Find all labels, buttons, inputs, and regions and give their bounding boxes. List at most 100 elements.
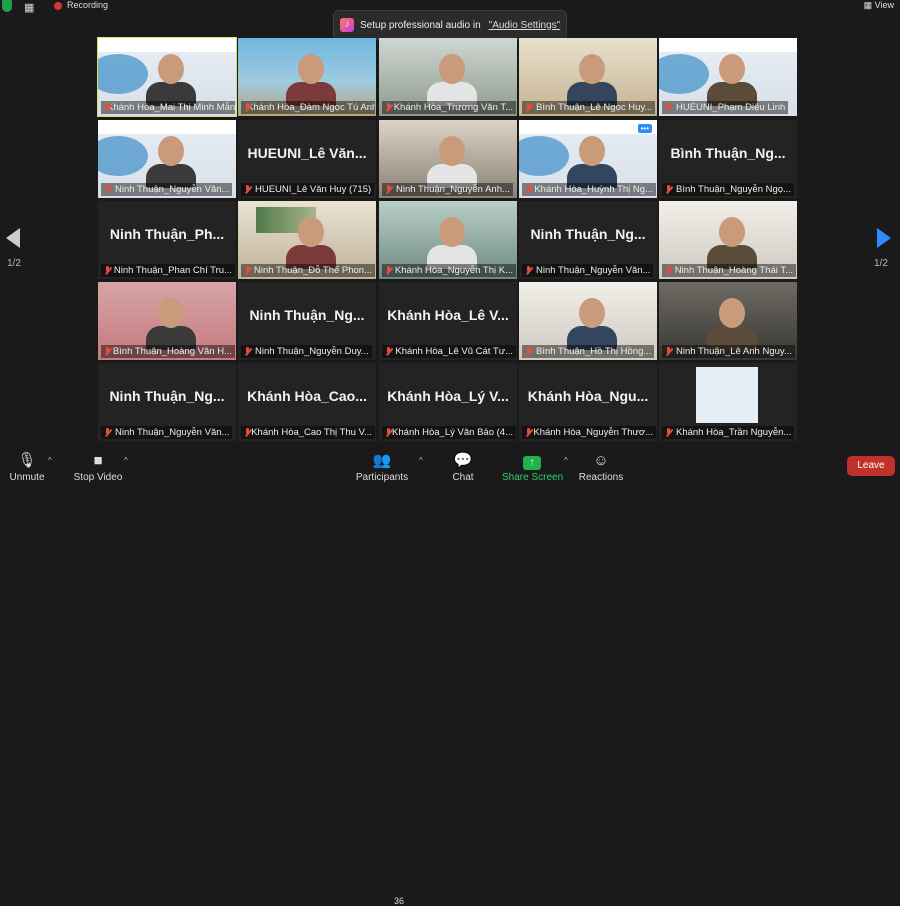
audio-settings-link[interactable]: "Audio Settings" <box>489 20 561 31</box>
participant-name-label: Khánh Hòa_Đàm Ngọc Tú Anh <box>241 101 375 114</box>
participant-tile[interactable]: Ninh Thuận_Đỗ Thế Phon... <box>238 201 376 279</box>
participant-display-name: Ninh Thuận_Ng... <box>109 388 225 404</box>
participants-options-chevron-icon[interactable]: ^ <box>419 456 423 465</box>
participant-tile[interactable]: Khánh Hòa_Lê V... Khánh Hòa_Lê Vũ Cát Tư.… <box>379 282 517 360</box>
view-button[interactable]: ▦ View <box>864 0 894 11</box>
participant-display-name: Khánh Hòa_Lý V... <box>387 388 509 404</box>
unmute-button[interactable]: 🎙 Unmute <box>6 452 48 483</box>
participant-name: Khánh Hòa_Cao Thị Thu V... <box>251 427 372 438</box>
muted-mic-icon <box>665 347 673 356</box>
participant-name-label: Bình Thuận_Nguyễn Ngọ... <box>662 183 794 196</box>
muted-mic-icon <box>104 347 110 356</box>
participant-tile[interactable]: Ninh Thuận_Lê Anh Nguy... <box>659 282 797 360</box>
participant-tile[interactable]: Ninh Thuận_Nguyễn Văn... <box>98 120 236 198</box>
participant-tile[interactable]: Bình Thuận_Lê Ngọc Huy... <box>519 38 657 116</box>
participants-button[interactable]: 👥 Participants <box>355 452 409 483</box>
muted-mic-icon <box>525 428 531 437</box>
participant-name-label: Bình Thuận_Lê Ngọc Huy... <box>522 101 656 114</box>
participant-tile[interactable]: HUEUNI_Lê Văn... HUEUNI_Lê Văn Huy (715) <box>238 120 376 198</box>
muted-mic-icon <box>665 103 673 112</box>
muted-microphone-icon: 🎙 <box>17 452 37 469</box>
participant-tile[interactable]: Ninh Thuận_Hoàng Thái T... <box>659 201 797 279</box>
participant-name: Bình Thuận_Hồ Thị Hồng... <box>536 346 652 357</box>
participant-tile[interactable]: Khánh Hòa_Trần Nguyễn... <box>659 363 797 441</box>
participant-name: Khánh Hòa_Nguyễn Thươ... <box>533 427 653 438</box>
grid-icon[interactable]: ▦ <box>24 1 34 14</box>
participant-display-name: Khánh Hòa_Ngu... <box>527 388 649 404</box>
participant-tile[interactable]: Bình Thuận_Hồ Thị Hồng... <box>519 282 657 360</box>
participant-name: Ninh Thuận_Nguyễn Văn... <box>115 427 230 438</box>
participant-name-label: Khánh Hòa_Huỳnh Thị Ng... <box>522 183 656 196</box>
music-note-icon: ♪ <box>340 18 354 32</box>
more-options-icon[interactable]: ••• <box>637 124 652 133</box>
participant-tile[interactable]: HUEUNI_Phạm Diệu Linh <box>659 38 797 116</box>
video-options-chevron-icon[interactable]: ^ <box>124 456 128 465</box>
participant-name: Khánh Hòa_Nguyễn Thị K... <box>394 265 513 276</box>
recording-label: Recording <box>67 0 109 10</box>
stop-video-button[interactable]: ■ Stop Video <box>72 452 124 483</box>
muted-mic-icon <box>104 185 112 194</box>
chat-bubble-icon: 💬 <box>453 452 473 469</box>
recording-icon <box>54 2 62 10</box>
previous-page-arrow-icon[interactable] <box>6 228 20 248</box>
participant-name-label: Ninh Thuận_Đỗ Thế Phon... <box>241 264 375 277</box>
participant-name-label: Khánh Hòa_Trần Nguyễn... <box>662 426 795 439</box>
participant-tile[interactable]: Khánh Hòa_Cao... Khánh Hòa_Cao Thị Thu V.… <box>238 363 376 441</box>
participant-tile[interactable]: Khánh Hòa_Trương Văn T... <box>379 38 517 116</box>
participant-name-label: Ninh Thuận_Nguyễn Văn... <box>522 264 654 277</box>
participant-tile[interactable]: Ninh Thuận_Nguyễn Anh... <box>379 120 517 198</box>
participant-tile[interactable]: Khánh Hòa_Mai Thị Minh Mẫn <box>97 37 237 117</box>
participant-name-label: Bình Thuận_Hồ Thị Hồng... <box>522 345 655 358</box>
participant-tile[interactable]: Ninh Thuận_Ng... Ninh Thuận_Nguyễn Văn... <box>98 363 236 441</box>
participant-tile[interactable]: Ninh Thuận_Ng... Ninh Thuận_Nguyễn Duy... <box>238 282 376 360</box>
participant-name-label: Bình Thuận_Hoàng Văn H... <box>101 345 235 358</box>
muted-mic-icon <box>244 428 250 437</box>
participant-tile[interactable]: Ninh Thuận_Ng... Ninh Thuận_Nguyễn Văn... <box>519 201 657 279</box>
participant-name: Ninh Thuận_Phan Chí Tru... <box>113 265 232 276</box>
leave-button[interactable]: Leave <box>847 456 895 476</box>
participant-name-label: Khánh Hòa_Mai Thị Minh Mẫn <box>101 101 235 114</box>
participant-tile[interactable]: Khánh Hòa_Nguyễn Thị K... <box>379 201 517 279</box>
participant-tile[interactable]: Bình Thuận_Ng... Bình Thuận_Nguyễn Ngọ... <box>659 120 797 198</box>
participant-name-label: Ninh Thuận_Phan Chí Tru... <box>101 264 235 277</box>
participant-name: Khánh Hòa_Lý Văn Bảo (4... <box>392 427 513 438</box>
participant-name-label: Ninh Thuận_Nguyễn Duy... <box>241 345 372 358</box>
muted-mic-icon <box>104 266 111 275</box>
reaction-smiley-icon: ☺ <box>593 452 609 469</box>
audio-options-chevron-icon[interactable]: ^ <box>48 456 52 465</box>
participant-display-name: Khánh Hòa_Lê V... <box>387 307 509 323</box>
participant-tile[interactable]: Khánh Hòa_Lý V... Khánh Hòa_Lý Văn Bảo (4… <box>379 363 517 441</box>
next-page-arrow-icon[interactable] <box>877 228 891 248</box>
participant-name-label: Khánh Hòa_Lê Vũ Cát Tư... <box>382 345 516 358</box>
participant-display-name: Bình Thuận_Ng... <box>670 145 786 161</box>
muted-mic-icon <box>665 266 672 275</box>
chat-button[interactable]: 💬 Chat <box>448 452 478 483</box>
participant-name: Ninh Thuận_Nguyễn Văn... <box>536 265 651 276</box>
participant-name: Ninh Thuận_Nguyễn Văn... <box>115 184 230 195</box>
view-label: View <box>874 0 894 10</box>
share-screen-button[interactable]: ↑ Share Screen <box>502 452 563 483</box>
participant-name-label: Ninh Thuận_Lê Anh Nguy... <box>662 345 795 358</box>
participant-tile[interactable]: Ninh Thuận_Ph... Ninh Thuận_Phan Chí Tru.… <box>98 201 236 279</box>
muted-mic-icon <box>385 266 392 275</box>
participant-name: Ninh Thuận_Lê Anh Nguy... <box>676 346 792 357</box>
participant-tile[interactable]: Khánh Hòa_Đàm Ngọc Tú Anh <box>238 38 376 116</box>
unmute-label: Unmute <box>9 472 45 483</box>
participant-display-name: Ninh Thuận_Ng... <box>249 307 365 323</box>
participant-name: Ninh Thuận_Nguyễn Duy... <box>255 346 369 357</box>
participant-display-name: Khánh Hòa_Cao... <box>247 388 367 404</box>
reactions-label: Reactions <box>578 472 624 483</box>
muted-mic-icon <box>385 428 391 437</box>
participant-tile[interactable]: ••• Khánh Hòa_Huỳnh Thị Ng... <box>519 120 657 198</box>
share-options-chevron-icon[interactable]: ^ <box>564 456 568 465</box>
muted-mic-icon <box>525 266 533 275</box>
participant-count: 36 <box>394 896 405 906</box>
participant-display-name: Ninh Thuận_Ph... <box>109 226 225 242</box>
participant-name: Khánh Hòa_Trần Nguyễn... <box>676 427 792 438</box>
muted-mic-icon <box>525 103 533 112</box>
participant-tile[interactable]: Bình Thuận_Hoàng Văn H... <box>98 282 236 360</box>
security-shield-icon[interactable] <box>2 0 12 12</box>
participant-tile[interactable]: Khánh Hòa_Ngu... Khánh Hòa_Nguyễn Thươ... <box>519 363 657 441</box>
participant-name: Khánh Hòa_Đàm Ngọc Tú Anh <box>247 102 375 113</box>
reactions-button[interactable]: ☺ Reactions <box>578 452 624 483</box>
